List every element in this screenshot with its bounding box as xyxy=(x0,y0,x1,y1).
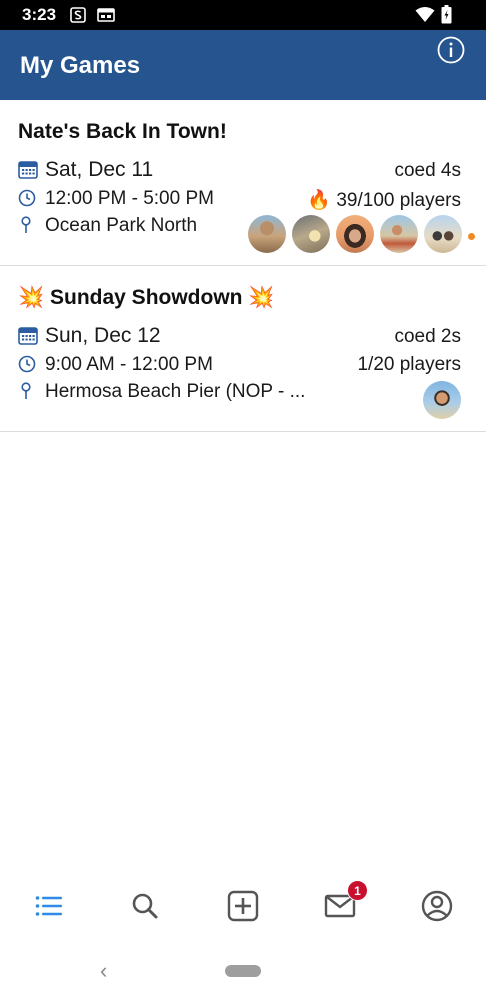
info-icon[interactable] xyxy=(436,35,466,65)
mail-badge: 1 xyxy=(347,880,368,901)
back-icon[interactable]: ‹ xyxy=(100,958,107,984)
game-format: coed 4s xyxy=(394,160,461,181)
game-card[interactable]: 💥 Sunday Showdown 💥 Sun, Dec 12 coed 2s … xyxy=(0,266,486,432)
game-location: Hermosa Beach Pier (NOP - ... xyxy=(45,381,306,402)
calendar-icon xyxy=(18,327,38,345)
game-title: 💥 Sunday Showdown 💥 xyxy=(18,286,275,309)
calendar-icon xyxy=(18,161,38,179)
avatar[interactable] xyxy=(380,215,418,253)
game-date: Sun, Dec 12 xyxy=(45,324,161,347)
location-pin-icon xyxy=(21,382,31,399)
wifi-icon xyxy=(415,7,435,22)
app-bar: My Games xyxy=(0,30,486,100)
search-icon[interactable] xyxy=(125,886,165,926)
clock-icon xyxy=(18,355,36,373)
battery-icon xyxy=(441,5,452,24)
game-time: 9:00 AM - 12:00 PM xyxy=(45,354,213,375)
fire-icon: 🔥 xyxy=(307,190,332,211)
player-count: 1/20 players xyxy=(357,354,461,375)
clock-icon xyxy=(18,189,36,207)
profile-icon[interactable] xyxy=(417,886,457,926)
add-icon[interactable] xyxy=(223,886,263,926)
more-players-indicator xyxy=(468,233,475,240)
system-nav-bar: ‹ xyxy=(0,946,486,1000)
list-icon[interactable] xyxy=(28,886,68,926)
home-pill[interactable] xyxy=(225,965,261,977)
avatar[interactable] xyxy=(248,215,286,253)
avatar[interactable] xyxy=(424,215,462,253)
collision-icon: 💥 xyxy=(248,286,275,309)
avatar[interactable] xyxy=(292,215,330,253)
game-time: 12:00 PM - 5:00 PM xyxy=(45,188,214,209)
page-title: My Games xyxy=(20,52,141,79)
game-format: coed 2s xyxy=(394,326,461,347)
location-pin-icon xyxy=(21,216,31,233)
window-icon xyxy=(97,8,115,22)
avatar[interactable] xyxy=(336,215,374,253)
collision-icon: 💥 xyxy=(18,286,45,309)
status-bar: 3:23 xyxy=(0,0,486,30)
game-card[interactable]: Nate's Back In Town! Sat, Dec 11 coed 4s… xyxy=(0,100,486,266)
avatar[interactable] xyxy=(423,381,461,419)
game-date: Sat, Dec 11 xyxy=(45,158,154,181)
bottom-nav xyxy=(0,870,486,946)
game-location: Ocean Park North xyxy=(45,215,198,236)
game-title: Nate's Back In Town! xyxy=(18,120,227,143)
status-time: 3:23 xyxy=(22,5,57,24)
notification-s-icon xyxy=(70,7,86,23)
player-count: 🔥 39/100 players xyxy=(307,190,461,211)
